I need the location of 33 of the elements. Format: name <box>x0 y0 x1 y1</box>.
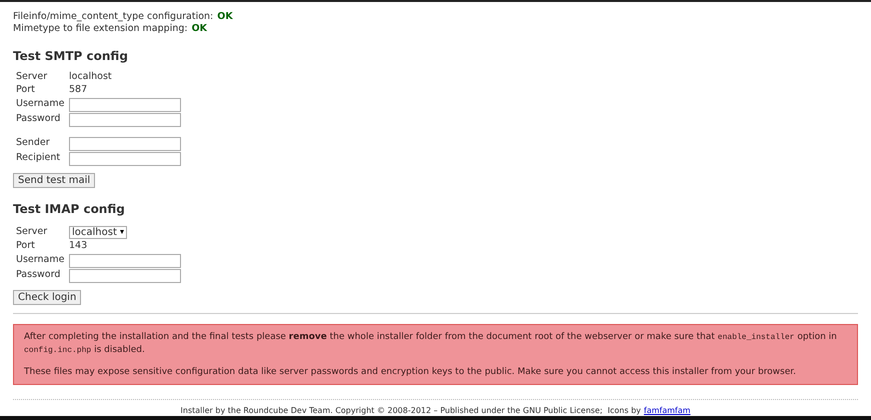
field-label: Username <box>16 97 66 112</box>
section-heading: Test IMAP config <box>13 201 126 218</box>
field-label: Server <box>16 70 48 84</box>
caret-icon <box>120 230 124 234</box>
field-label: Password <box>16 112 62 126</box>
action-button[interactable]: Check login <box>13 290 82 305</box>
status-ok: OK <box>217 10 233 24</box>
input-field[interactable] <box>69 112 181 126</box>
field-label: Port <box>16 239 36 254</box>
warning-text: After completing the installation and the final tests please remove the whole installer folder from the document root of the webserver or make sure that enable_installer option in config.inc.php is disabled. <box>24 331 838 357</box>
field-label: Sender <box>16 136 51 150</box>
action-button[interactable]: Send test mail <box>13 173 96 188</box>
field-value: 587 <box>69 83 88 98</box>
server-dropdown[interactable]: localhost <box>69 226 127 238</box>
status-ok: OK <box>192 22 208 36</box>
section-heading: Test SMTP config <box>13 48 129 65</box>
input-field[interactable] <box>69 152 181 166</box>
field-label: Server <box>16 224 48 239</box>
footer-link[interactable]: famfamfam <box>644 405 690 416</box>
input-field[interactable] <box>69 136 181 150</box>
field-label: Username <box>16 253 66 268</box>
field-label: Password <box>16 268 62 282</box>
field-label: Recipient <box>16 151 62 166</box>
input-field[interactable] <box>69 268 181 282</box>
check-label: Mimetype to file extension mapping: <box>13 22 188 36</box>
input-field[interactable] <box>69 98 181 112</box>
field-value: 143 <box>69 239 88 254</box>
input-field[interactable] <box>69 254 181 268</box>
check-label: Fileinfo/mime_content_type configuration: <box>13 10 214 24</box>
footer-text: Installer by the Roundcube Dev Team. Copyright © 2008-2012 – Published under the GNU Public License; Icons by <box>180 405 641 416</box>
field-label: Port <box>16 83 36 98</box>
field-value: localhost <box>69 70 112 84</box>
warning-text: These files may expose sensitive configuration data like server passwords and encryption keys to the public. Make sure you cannot access this installer from your browser. <box>24 366 797 378</box>
